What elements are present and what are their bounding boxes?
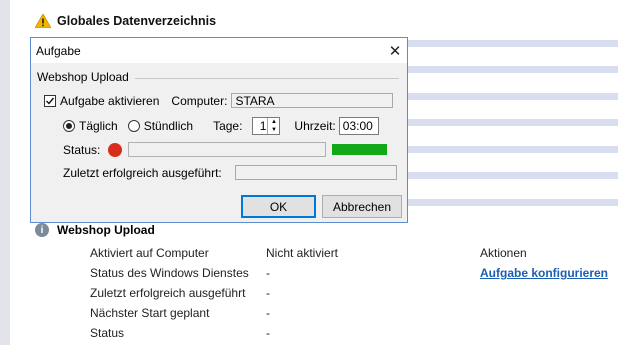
last-success-row: Zuletzt erfolgreich ausgeführt: [63,165,397,180]
close-icon[interactable]: ✕ [387,43,403,60]
computer-label: Computer: [171,93,228,108]
days-label: Tage: [213,119,243,133]
actions-heading: Aktionen [480,246,527,260]
table-row: Nächster Start geplant - [90,303,610,323]
stepper-up-icon[interactable]: ▲ [268,118,279,126]
cancel-button[interactable]: Abbrechen [322,195,402,218]
daily-label: Täglich [79,119,118,133]
row-label: Status des Windows Dienstes [90,266,249,280]
status-row: Status: [63,142,388,157]
schedule-row: Täglich Stündlich Tage: 1 ▲ ▼ Uhrzeit: 0… [63,117,379,135]
daily-radio[interactable] [63,120,75,132]
row-value: Nicht aktiviert [266,246,339,260]
stepper-down-icon[interactable]: ▼ [268,126,279,134]
table-row: Status - [90,323,610,343]
status-field [128,142,327,157]
section-title: Globales Datenverzeichnis [57,14,217,28]
ok-button[interactable]: OK [241,195,316,218]
row-label: Nächster Start geplant [90,306,210,320]
hourly-label: Stündlich [143,119,194,133]
task-dialog: Aufgabe ✕ Webshop Upload Aufgabe aktivie… [30,37,408,223]
configure-task-link[interactable]: Aufgabe konfigurieren [480,266,608,280]
table-row: Zuletzt erfolgreich ausgeführt - [90,283,610,303]
section-header: Globales Datenverzeichnis [30,10,618,32]
row-value: - [266,286,270,300]
group-box-legend: Webshop Upload [37,70,399,84]
row-label: Zuletzt erfolgreich ausgeführt [90,286,246,300]
enable-checkbox[interactable] [44,94,56,107]
enable-row: Aufgabe aktivieren Computer: STARA [44,93,394,108]
row-value: - [266,326,270,340]
row-value: - [266,266,270,280]
hourly-radio[interactable] [127,120,140,132]
days-value: 1 [259,119,267,133]
info-header: i Webshop Upload [35,223,155,237]
dialog-titlebar: Aufgabe ✕ [31,38,407,63]
status-progress-bar [332,144,388,155]
status-indicator-icon [108,142,123,157]
group-divider [134,77,399,79]
row-value: - [266,306,270,320]
row-label: Aktiviert auf Computer [90,246,209,260]
last-success-field [234,165,397,180]
status-label: Status: [63,142,101,157]
dialog-title: Aufgabe [36,43,81,58]
group-label: Webshop Upload [37,70,129,84]
table-row: Aktiviert auf Computer Nicht aktiviert A… [90,243,610,263]
time-label: Uhrzeit: [294,119,336,133]
last-success-label: Zuletzt erfolgreich ausgeführt: [63,165,222,180]
days-stepper[interactable]: 1 ▲ ▼ [252,117,281,135]
time-input[interactable]: 03:00 [338,117,379,135]
info-title: Webshop Upload [57,223,155,237]
info-icon: i [35,223,49,237]
enable-label: Aufgabe aktivieren [60,93,160,108]
computer-field: STARA [231,93,394,108]
row-label: Status [90,326,125,340]
checkmark-icon [46,97,55,105]
left-sidebar-strip [0,0,10,345]
table-row: Status des Windows Dienstes - Aufgabe ko… [90,263,610,283]
warning-icon [35,14,51,28]
